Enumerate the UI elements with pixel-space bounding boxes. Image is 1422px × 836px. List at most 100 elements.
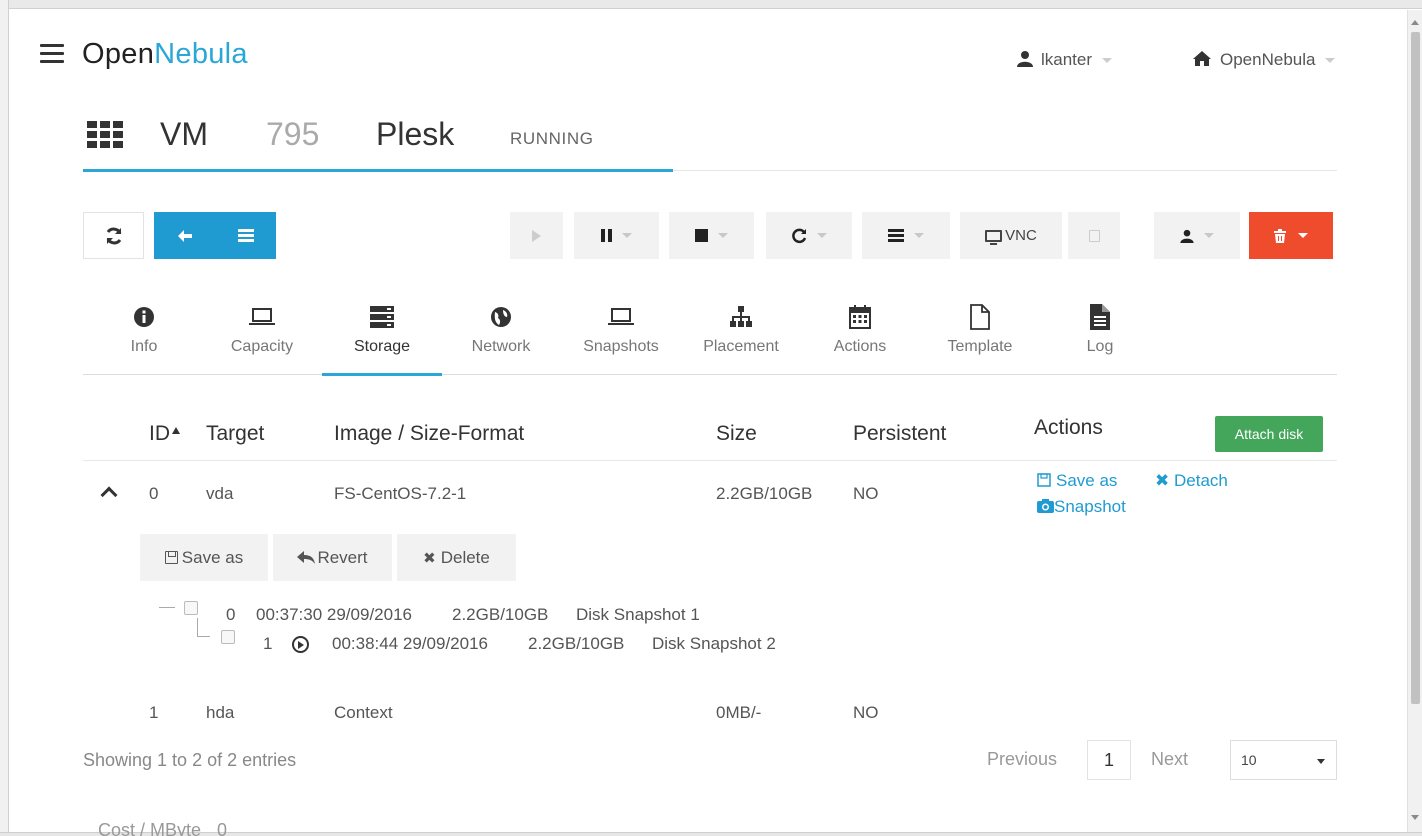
- calendar-icon: [849, 305, 871, 329]
- zone-menu-caret-icon: [1325, 58, 1336, 64]
- previous-page-button[interactable]: Previous: [987, 749, 1057, 770]
- close-icon: ✖: [1155, 471, 1170, 490]
- column-header-persistent[interactable]: Persistent: [853, 422, 946, 446]
- tab-info[interactable]: Info: [104, 300, 184, 375]
- tab-placement[interactable]: Placement: [695, 300, 787, 375]
- more-caret-icon: [914, 233, 924, 238]
- disk-target: hda: [206, 703, 235, 722]
- tree-connector: [159, 607, 175, 608]
- column-header-actions: Actions: [1034, 416, 1103, 439]
- info-icon: [134, 307, 154, 327]
- tab-label: Template: [947, 338, 1013, 355]
- snapshot-size: 2.2GB/10GB: [528, 634, 625, 653]
- app-logo[interactable]: OpenNebula: [82, 38, 248, 71]
- globe-icon: [491, 307, 511, 327]
- title-underline: [83, 169, 673, 172]
- page-size-value: 10: [1241, 752, 1257, 768]
- collapse-row-icon[interactable]: [100, 486, 118, 504]
- disk-persistent: NO: [853, 484, 879, 503]
- change-owner-button[interactable]: [1154, 212, 1240, 259]
- menu-toggle-icon[interactable]: [40, 44, 64, 64]
- list-view-button[interactable]: [215, 212, 276, 259]
- disk-size: 2.2GB/10GB: [716, 484, 813, 503]
- pause-caret-icon: [622, 233, 632, 238]
- stop-caret-icon: [718, 233, 728, 238]
- laptop-icon: [608, 308, 634, 325]
- active-snapshot-icon: [292, 636, 309, 653]
- snapshot-save-as-button[interactable]: Save as: [140, 534, 268, 581]
- snapshot-checkbox[interactable]: [221, 630, 235, 644]
- tab-label: Placement: [703, 338, 779, 355]
- user-name: lkanter: [1041, 50, 1093, 69]
- tab-network[interactable]: Network: [461, 300, 541, 375]
- column-header-size[interactable]: Size: [716, 422, 757, 446]
- column-header-id[interactable]: ID: [149, 422, 180, 446]
- zone-menu[interactable]: OpenNebula: [1192, 50, 1336, 70]
- snapshot-link[interactable]: Snapshot: [1037, 497, 1126, 517]
- sort-ascending-icon: [172, 427, 180, 434]
- attach-disk-button[interactable]: Attach disk: [1215, 416, 1323, 452]
- back-list-button-group[interactable]: [154, 212, 276, 259]
- save-as-label: Save as: [1056, 471, 1118, 490]
- tab-label: Actions: [833, 338, 887, 355]
- play-icon: [532, 229, 541, 242]
- camera-icon: [1037, 499, 1054, 513]
- close-icon: ✖: [423, 549, 436, 567]
- back-button[interactable]: [154, 212, 215, 259]
- page-size-select[interactable]: 10: [1230, 740, 1337, 780]
- reboot-menu-button[interactable]: [766, 212, 852, 259]
- stop-menu-button[interactable]: [669, 212, 754, 259]
- snapshot-delete-button[interactable]: ✖ Delete: [397, 534, 516, 581]
- next-page-button[interactable]: Next: [1151, 749, 1188, 770]
- floppy-icon: [1037, 473, 1051, 487]
- logo-open-text: Open: [82, 38, 155, 70]
- tab-capacity[interactable]: Capacity: [222, 300, 302, 375]
- snapshot-name: Disk Snapshot 2: [652, 634, 776, 653]
- save-as-link[interactable]: Save as: [1037, 471, 1117, 491]
- disk-target: vda: [206, 484, 234, 503]
- resume-button[interactable]: [510, 212, 563, 259]
- tab-storage[interactable]: Storage: [342, 300, 422, 375]
- tab-label: Info: [130, 338, 158, 355]
- current-page-button[interactable]: 1: [1087, 740, 1131, 780]
- table-info: Showing 1 to 2 of 2 entries: [83, 750, 297, 770]
- disk-id: 0: [149, 484, 159, 503]
- scrollbar-thumb[interactable]: [1411, 32, 1420, 704]
- snapshot-checkbox[interactable]: [184, 601, 198, 615]
- floppy-icon: [164, 551, 178, 564]
- tab-label: Snapshots: [583, 338, 659, 355]
- disk-image: Context: [334, 703, 393, 722]
- tab-snapshots[interactable]: Snapshots: [576, 300, 666, 375]
- tab-actions[interactable]: Actions: [820, 300, 900, 375]
- user-menu[interactable]: lkanter: [1017, 50, 1113, 70]
- sitemap-icon: [730, 306, 752, 327]
- user-menu-caret-icon: [1102, 58, 1113, 64]
- reboot-icon: [792, 228, 807, 243]
- scroll-up-arrow-icon[interactable]: [1411, 20, 1419, 25]
- tab-label: Capacity: [230, 338, 294, 355]
- pause-menu-button[interactable]: [574, 212, 659, 259]
- save-vm-button[interactable]: [1068, 212, 1120, 259]
- detach-link[interactable]: ✖ Detach: [1155, 471, 1228, 491]
- file-icon: [970, 304, 990, 330]
- column-header-target[interactable]: Target: [206, 422, 264, 446]
- vnc-button[interactable]: VNC: [960, 212, 1062, 259]
- disk-image: FS-CentOS-7.2-1: [334, 484, 467, 503]
- trash-icon: [1274, 228, 1286, 243]
- scroll-down-arrow-icon[interactable]: [1411, 815, 1419, 820]
- header-divider: [83, 460, 1337, 461]
- more-actions-button[interactable]: [862, 212, 950, 259]
- vm-name: Plesk: [376, 116, 455, 152]
- cost-value: 0: [217, 820, 228, 836]
- column-header-image[interactable]: Image / Size-Format: [334, 422, 524, 446]
- refresh-button[interactable]: [83, 212, 144, 259]
- vertical-scrollbar[interactable]: [1407, 10, 1422, 832]
- snapshot-revert-button[interactable]: Revert: [273, 534, 392, 581]
- tab-log[interactable]: Log: [1060, 300, 1140, 375]
- cost-label: Cost / MByte: [98, 820, 202, 836]
- tab-template[interactable]: Template: [938, 300, 1022, 375]
- delete-menu-button[interactable]: [1249, 212, 1333, 259]
- vm-state-badge: RUNNING: [510, 129, 594, 148]
- window-top-border: [0, 0, 1422, 9]
- snapshot-id: 0: [226, 605, 236, 624]
